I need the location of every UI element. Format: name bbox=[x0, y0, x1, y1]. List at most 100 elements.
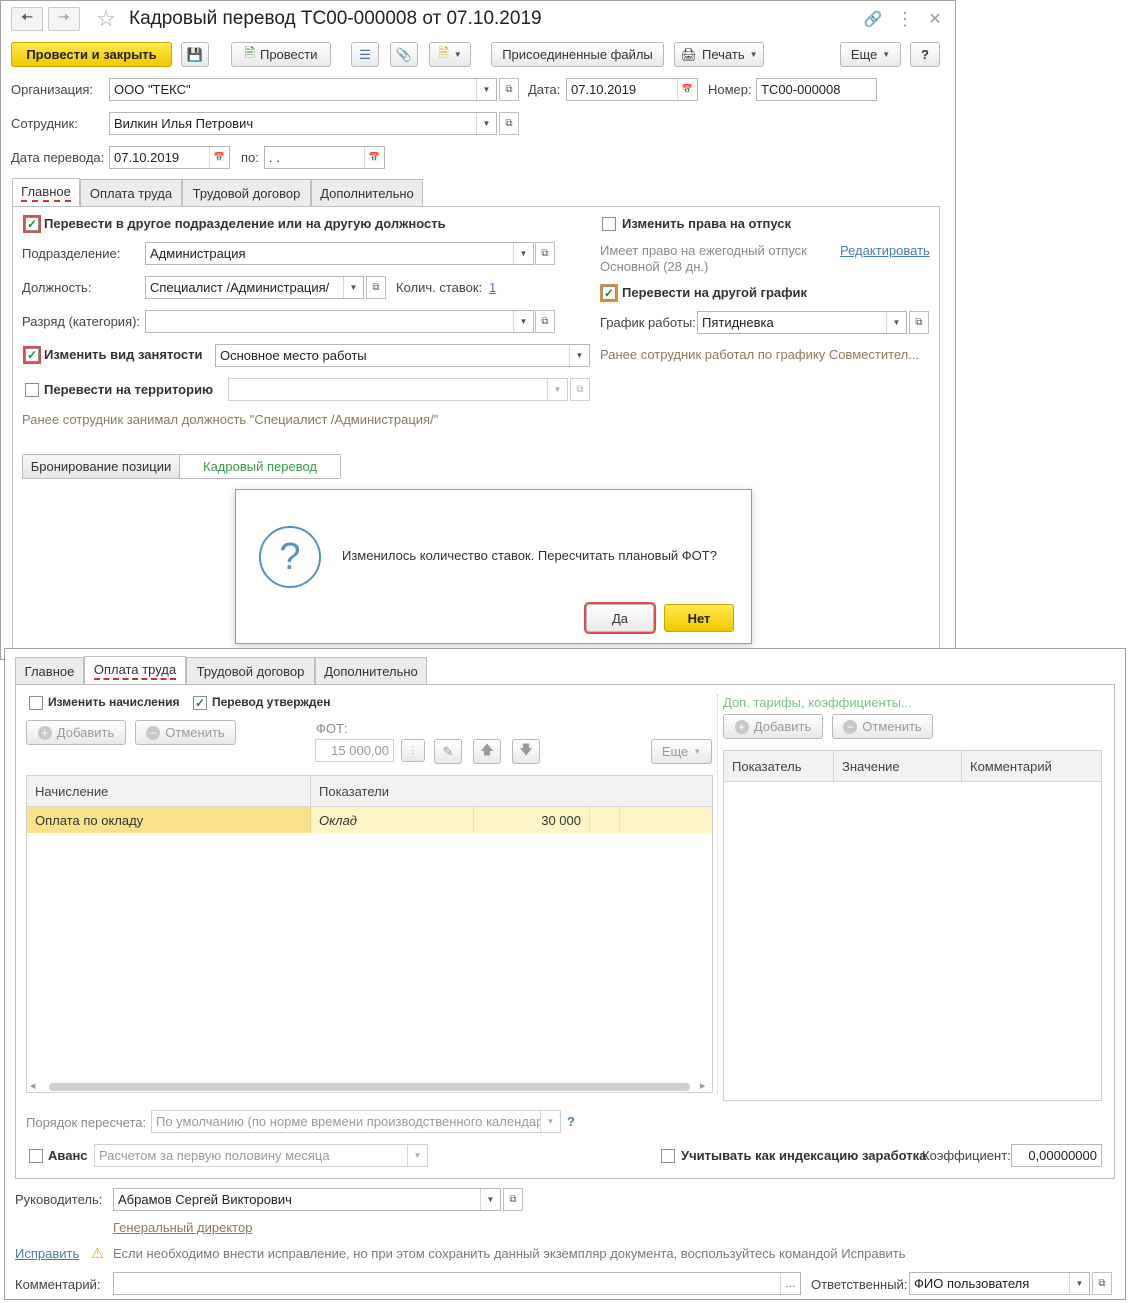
more-button[interactable]: Еще ▼ bbox=[840, 42, 901, 67]
report-button[interactable]: ☰ bbox=[351, 42, 379, 67]
add-accrual-button[interactable]: + Добавить bbox=[26, 720, 126, 745]
territory-open-button[interactable]: ⧉ bbox=[570, 378, 590, 401]
transfer-date-field[interactable]: 07.10.2019 📅 bbox=[109, 146, 230, 169]
chevron-down-icon[interactable]: ▼ bbox=[569, 345, 589, 366]
employment-field[interactable]: Основное место работы ▼ bbox=[215, 344, 590, 367]
chevron-down-icon[interactable]: ▼ bbox=[476, 113, 496, 134]
star-icon[interactable]: ☆ bbox=[93, 6, 119, 32]
position-open-button[interactable]: ⧉ bbox=[366, 276, 386, 299]
manager-field[interactable]: Абрамов Сергей Викторович ▼ bbox=[113, 1188, 501, 1211]
responsible-open-button[interactable]: ⧉ bbox=[1092, 1272, 1112, 1295]
col-accrual[interactable]: Начисление bbox=[27, 776, 311, 806]
fot-field[interactable]: 15 000,00 bbox=[315, 739, 394, 762]
comment-field[interactable]: … bbox=[113, 1272, 801, 1295]
employee-open-button[interactable]: ⧉ bbox=[499, 112, 519, 135]
table-row[interactable]: Оплата по окладу Оклад 30 000 bbox=[27, 807, 712, 833]
tab-main[interactable]: Главное bbox=[15, 657, 84, 684]
to-date-field[interactable]: . . 📅 bbox=[264, 146, 385, 169]
territory-checkbox[interactable] bbox=[25, 383, 39, 397]
attached-files-button[interactable]: Присоединенные файлы bbox=[491, 42, 664, 67]
indexation-checkbox[interactable] bbox=[661, 1149, 675, 1163]
move-up-button[interactable]: 🡅 bbox=[473, 739, 501, 764]
chevron-down-icon[interactable]: ▼ bbox=[513, 311, 533, 332]
employee-field[interactable]: Вилкин Илья Петрович ▼ bbox=[109, 112, 497, 135]
more-horiz-icon[interactable]: … bbox=[780, 1273, 800, 1294]
recalc-help-icon[interactable]: ? bbox=[567, 1114, 575, 1129]
schedule-open-button[interactable]: ⧉ bbox=[909, 311, 929, 334]
forward-button[interactable]: 🠆 bbox=[48, 7, 80, 31]
date-field[interactable]: 07.10.2019 📅 bbox=[566, 78, 698, 101]
post-button[interactable]: 🗎 Провести bbox=[231, 42, 331, 67]
calendar-icon[interactable]: 📅 bbox=[364, 147, 384, 168]
fix-link[interactable]: Исправить bbox=[15, 1246, 79, 1261]
chevron-down-icon[interactable]: ▼ bbox=[513, 243, 533, 264]
fot-recalc-button[interactable]: ⋮ bbox=[401, 739, 425, 762]
tab-payment[interactable]: Оплата труда bbox=[84, 656, 186, 685]
responsible-field[interactable]: ФИО пользователя ▼ bbox=[909, 1272, 1090, 1295]
advance-checkbox[interactable] bbox=[29, 1149, 43, 1163]
rates-link[interactable]: 1 bbox=[489, 280, 496, 295]
schedule-field[interactable]: Пятидневка ▼ bbox=[697, 311, 907, 334]
tab-additional[interactable]: Дополнительно bbox=[311, 179, 423, 206]
cancel-tariff-button[interactable]: − Отменить bbox=[832, 714, 933, 739]
manager-open-button[interactable]: ⧉ bbox=[503, 1188, 523, 1211]
add-tariff-button[interactable]: + Добавить bbox=[723, 714, 823, 739]
save-button[interactable]: 💾 bbox=[181, 42, 209, 67]
coef-field[interactable]: 0,00000000 bbox=[1011, 1144, 1102, 1167]
tab-contract[interactable]: Трудовой договор bbox=[182, 179, 311, 206]
print-button[interactable]: 🖨 Печать ▼ bbox=[674, 42, 764, 67]
yes-button[interactable]: Да bbox=[584, 602, 656, 634]
more-vert-icon[interactable]: ⋮ bbox=[895, 9, 915, 29]
edit-button[interactable]: ✎ bbox=[434, 739, 462, 764]
hr-transfer-button[interactable]: Кадровый перевод bbox=[180, 455, 340, 478]
edit-vacation-link[interactable]: Редактировать bbox=[840, 243, 930, 258]
schedule-transfer-checkbox[interactable]: ✓ bbox=[600, 284, 618, 302]
recalc-field[interactable]: По умолчанию (по норме времени производс… bbox=[151, 1110, 561, 1133]
position-field[interactable]: Специалист /Администрация/ ▼ bbox=[145, 276, 364, 299]
calendar-icon[interactable]: 📅 bbox=[677, 79, 697, 100]
territory-field[interactable]: ▼ bbox=[228, 378, 568, 401]
scroll-left-icon[interactable]: ◀ bbox=[30, 1082, 35, 1090]
grade-open-button[interactable]: ⧉ bbox=[535, 310, 555, 333]
cancel-accrual-button[interactable]: − Отменить bbox=[135, 720, 236, 745]
chevron-down-icon[interactable]: ▼ bbox=[886, 312, 906, 333]
chevron-down-icon[interactable]: ▼ bbox=[343, 277, 363, 298]
chevron-down-icon[interactable]: ▼ bbox=[547, 379, 567, 400]
tab-additional[interactable]: Дополнительно bbox=[315, 657, 427, 684]
advance-field[interactable]: Расчетом за первую половину месяца ▼ bbox=[94, 1144, 428, 1167]
tab-main[interactable]: Главное bbox=[12, 178, 80, 207]
move-down-button[interactable]: 🡇 bbox=[512, 739, 540, 764]
close-icon[interactable]: ✕ bbox=[925, 9, 945, 29]
org-field[interactable]: ООО "ТЕКС" ▼ bbox=[109, 78, 497, 101]
transfer-approved-checkbox[interactable]: ✓ bbox=[193, 696, 207, 710]
chevron-down-icon[interactable]: ▼ bbox=[476, 79, 496, 100]
tab-payment[interactable]: Оплата труда bbox=[80, 179, 182, 206]
horizontal-scrollbar[interactable] bbox=[49, 1083, 690, 1091]
more-grid-button[interactable]: Еще ▼ bbox=[651, 739, 712, 764]
chevron-down-icon[interactable]: ▼ bbox=[480, 1189, 500, 1210]
chevron-down-icon[interactable]: ▼ bbox=[1069, 1273, 1089, 1294]
dept-field[interactable]: Администрация ▼ bbox=[145, 242, 534, 265]
vacation-checkbox[interactable] bbox=[602, 217, 616, 231]
change-accruals-checkbox[interactable] bbox=[29, 696, 43, 710]
scroll-right-icon[interactable]: ▶ bbox=[700, 1082, 705, 1090]
chevron-down-icon[interactable]: ▼ bbox=[407, 1145, 427, 1166]
number-field[interactable]: ТС00-000008 bbox=[756, 78, 877, 101]
no-button[interactable]: Нет bbox=[664, 604, 734, 632]
dept-open-button[interactable]: ⧉ bbox=[535, 242, 555, 265]
grade-field[interactable]: ▼ bbox=[145, 310, 534, 333]
transfer-dept-checkbox[interactable]: ✓ bbox=[23, 215, 41, 233]
manager-position-link[interactable]: Генеральный директор bbox=[113, 1220, 252, 1235]
col-indicators[interactable]: Показатели bbox=[311, 776, 711, 806]
link-icon[interactable]: 🔗 bbox=[863, 9, 883, 29]
col-indicator[interactable]: Показатель bbox=[724, 751, 834, 781]
chevron-down-icon[interactable]: ▼ bbox=[540, 1111, 560, 1132]
attach-button[interactable]: 📎 bbox=[390, 42, 418, 67]
col-value[interactable]: Значение bbox=[834, 751, 962, 781]
back-button[interactable]: 🠄 bbox=[11, 7, 43, 31]
help-button[interactable]: ? bbox=[910, 42, 940, 67]
employment-checkbox[interactable]: ✓ bbox=[23, 346, 41, 364]
create-based-button[interactable]: 🗎 ▼ bbox=[429, 42, 471, 67]
col-comment[interactable]: Комментарий bbox=[962, 751, 1101, 781]
org-open-button[interactable]: ⧉ bbox=[499, 78, 519, 101]
